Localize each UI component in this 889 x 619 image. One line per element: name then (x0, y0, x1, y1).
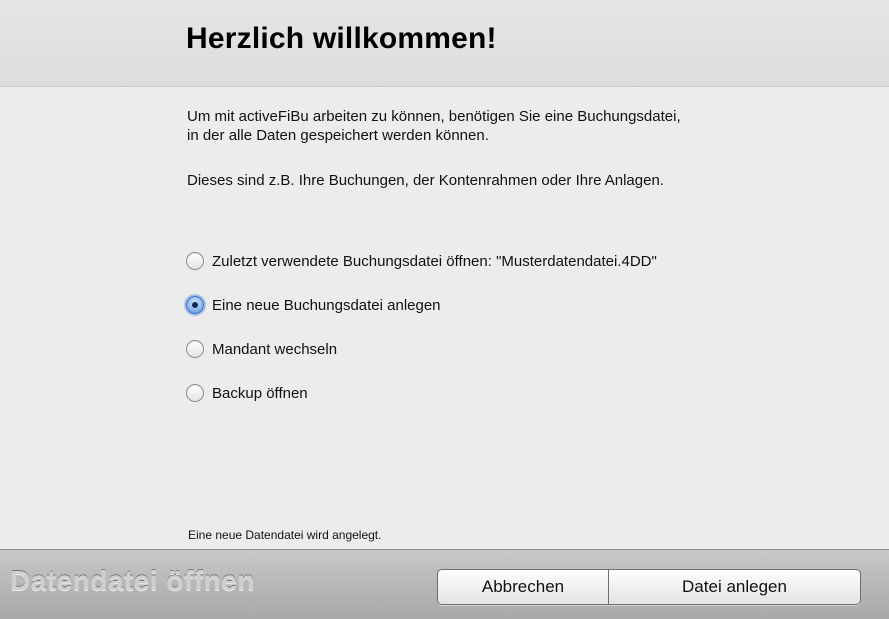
dialog-header: Herzlich willkommen! (0, 0, 889, 87)
option-open-backup[interactable]: Backup öffnen (186, 382, 308, 404)
intro-examples-text: Dieses sind z.B. Ihre Buchungen, der Kon… (187, 172, 664, 189)
dialog-content: Um mit activeFiBu arbeiten zu können, be… (0, 87, 889, 549)
option-switch-client[interactable]: Mandant wechseln (186, 338, 337, 360)
option-label: Mandant wechseln (212, 340, 338, 358)
option-label: Zuletzt verwendete Buchungsdatei öffnen:… (212, 252, 657, 270)
option-open-last-file[interactable]: Zuletzt verwendete Buchungsdatei öffnen:… (186, 250, 657, 272)
status-text: Eine neue Datendatei wird angelegt. (188, 528, 382, 542)
footer-title: Datendatei öffnen (10, 565, 255, 596)
button-group: Abbrechen Datei anlegen (437, 569, 861, 605)
welcome-dialog: Herzlich willkommen! Um mit activeFiBu a… (0, 0, 889, 619)
radio-button-selected[interactable] (186, 296, 204, 314)
option-label: Eine neue Buchungsdatei anlegen (212, 296, 441, 314)
option-label: Backup öffnen (212, 384, 308, 402)
page-title: Herzlich willkommen! (186, 22, 497, 55)
radio-button[interactable] (186, 340, 204, 358)
dialog-footer: Datendatei öffnen Abbrechen Datei anlege… (0, 549, 889, 619)
intro-line-1: Um mit activeFiBu arbeiten zu können, be… (187, 108, 681, 125)
radio-dot (192, 302, 198, 308)
create-file-button[interactable]: Datei anlegen (609, 570, 860, 604)
intro-text: Um mit activeFiBu arbeiten zu können, be… (187, 107, 847, 145)
radio-button[interactable] (186, 252, 204, 270)
option-create-new-file[interactable]: Eine neue Buchungsdatei anlegen (186, 294, 441, 316)
cancel-button[interactable]: Abbrechen (438, 570, 609, 604)
intro-line-2: in der alle Daten gespeichert werden kön… (187, 127, 489, 144)
radio-button[interactable] (186, 384, 204, 402)
